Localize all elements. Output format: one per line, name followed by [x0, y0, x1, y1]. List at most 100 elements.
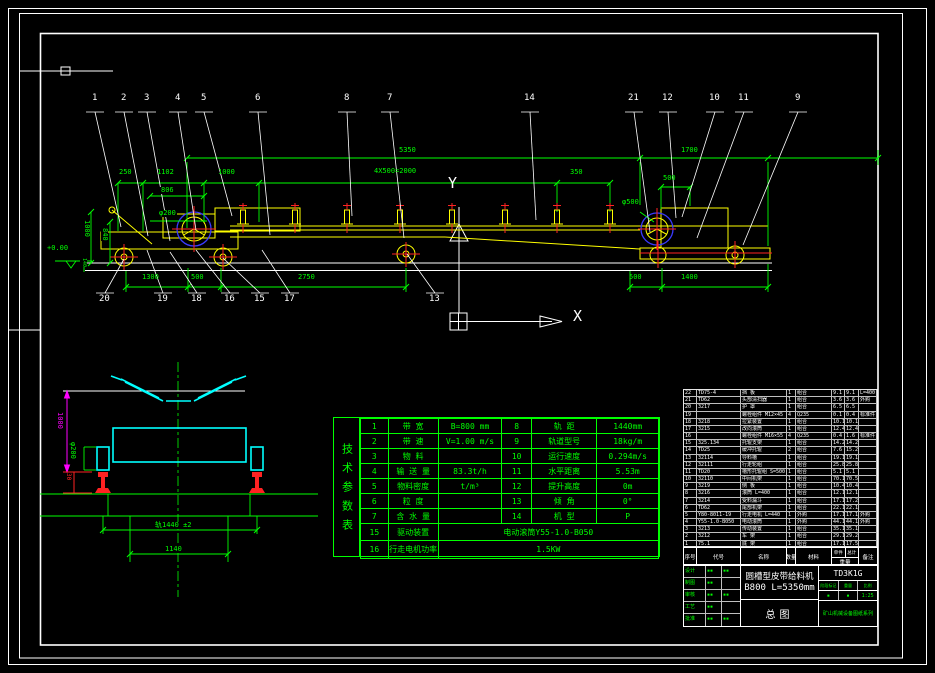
- parts-cell: [697, 433, 741, 440]
- section-dim-gauge-1440: 轨1440 ±2: [154, 522, 193, 529]
- parts-cell: 1: [787, 505, 796, 512]
- params-cell: 83.3t/h: [438, 464, 502, 479]
- dim-1400: 1400: [681, 274, 698, 281]
- stage-value: ▪: [819, 591, 839, 600]
- header-code: 代号: [697, 548, 741, 566]
- parts-cell: 改向滚筒: [741, 426, 787, 433]
- balloon-label: 6: [255, 94, 260, 103]
- parts-row: 1032110中间机架1组合70.170.5: [684, 476, 877, 483]
- parts-cell: 12.1: [832, 490, 845, 497]
- parts-cell: 3215: [697, 426, 741, 433]
- parts-cell: 槽形托辊组 S=500: [741, 469, 787, 476]
- scale-value: 1:25: [858, 591, 877, 600]
- params-cell: 5: [361, 479, 389, 494]
- parts-row: 11TD20槽形托辊组 S=5001组合5.15.1: [684, 469, 877, 476]
- params-cell: 1440mm: [597, 419, 659, 434]
- params-cell: 10: [502, 449, 532, 464]
- scale-label: 比例: [858, 581, 877, 590]
- parts-cell: 组合: [796, 462, 832, 469]
- parts-cell: 1: [787, 533, 796, 540]
- parts-cell: 10.1: [832, 419, 845, 426]
- parts-row: 1332114导料槽1组合19.119.1: [684, 455, 877, 462]
- line: [105, 259, 124, 293]
- parts-cell: 0.4: [832, 433, 845, 440]
- parts-cell: 2: [787, 447, 796, 454]
- line: [407, 254, 435, 293]
- header-name: 名称: [741, 548, 787, 566]
- parts-cell: 1: [787, 462, 796, 469]
- drawing-number-area: TD3K1G 阶段标记 重量 比例 ▪ ▪ 1:25 矿山机械设备图纸系列: [819, 566, 877, 626]
- signature-cell: ▪▪: [706, 602, 722, 613]
- sheet-name: 总图: [741, 600, 818, 626]
- dim-1700: 1700: [681, 147, 698, 154]
- params-cell: 9: [502, 434, 532, 449]
- params-cell: 16: [361, 541, 389, 559]
- params-cell: 15: [361, 524, 389, 541]
- params-row: 15驱动装置电动滚筒Y55-1.0-B050: [361, 524, 659, 541]
- parts-cell: 35.1: [832, 526, 845, 533]
- parts-cell: 1: [787, 498, 796, 505]
- parts-cell: 5.1: [845, 469, 859, 476]
- parts-cell: 7: [684, 498, 697, 505]
- parts-cell: 8: [684, 490, 697, 497]
- parts-cell: 1: [787, 526, 796, 533]
- balloon-label: 1: [92, 94, 97, 103]
- dim-806: 806: [160, 187, 175, 194]
- section-dim-30: 30: [65, 473, 72, 480]
- params-cell: B=800 mm: [438, 419, 502, 434]
- weight-value: ▪: [839, 591, 859, 600]
- parts-cell: 7.6: [832, 447, 845, 454]
- parts-cell: 3212: [697, 533, 741, 540]
- parts-cell: 组合: [796, 469, 832, 476]
- parts-cell: 13: [684, 455, 697, 462]
- parts-cell: 325.134: [697, 440, 741, 447]
- dim-phi500: φ500: [622, 199, 639, 206]
- line: [634, 112, 650, 232]
- parts-cell: 6: [684, 505, 697, 512]
- parts-cell: 10.4: [845, 483, 859, 490]
- parts-cell: 导料槽: [741, 455, 787, 462]
- parts-cell: 22.1: [845, 505, 859, 512]
- params-cell: 物料密度: [388, 479, 438, 494]
- parts-cell: 3214: [697, 498, 741, 505]
- parts-cell: 4: [787, 412, 796, 419]
- header-weight-group: 单件 总计 重量: [832, 548, 859, 566]
- parts-cell: 外购: [859, 519, 877, 526]
- parts-cell: 6.5: [832, 404, 845, 411]
- header-material: 材料: [796, 548, 832, 566]
- params-cell: 驱动装置: [388, 524, 438, 541]
- dim-500-right: 500: [663, 175, 676, 182]
- parts-row: 33213传动装置1组合35.135.1: [684, 526, 877, 533]
- params-cell: 1.5KW: [438, 541, 658, 559]
- parts-row: 4Y55-1.0-B050电动滚筒1外购44.144.1外购: [684, 519, 877, 526]
- parts-cell: 1: [787, 483, 796, 490]
- parts-row: 93219侧 板1组合10.410.4: [684, 483, 877, 490]
- parts-cell: 3216: [697, 490, 741, 497]
- balloon-label: 19: [157, 295, 168, 304]
- parts-cell: [859, 426, 877, 433]
- dim-2750: 2750: [298, 274, 315, 281]
- parts-cell: 3.6: [832, 397, 845, 404]
- line: [95, 112, 121, 227]
- parts-cell: 组合: [796, 419, 832, 426]
- parts-cell: 16: [684, 433, 697, 440]
- drawing-spec: B800 L=5350mm: [744, 583, 814, 594]
- parts-cell: 侧 板: [741, 483, 787, 490]
- parts-cell: [859, 533, 877, 540]
- params-cell: 提升高度: [532, 479, 597, 494]
- axis-x-label: X: [573, 309, 582, 324]
- params-cell: 带 速: [388, 434, 438, 449]
- parts-cell: 19.1: [845, 455, 859, 462]
- rect: [241, 210, 246, 224]
- parts-cell: 70.1: [832, 476, 845, 483]
- parts-cell: TD75-4: [697, 390, 741, 397]
- drawing-number: TD3K1G: [819, 566, 877, 581]
- dim-1000-v: 1000: [83, 220, 90, 237]
- parts-cell: 组合: [796, 404, 832, 411]
- params-cell: 含 水 量: [388, 509, 438, 524]
- parts-cell: 1: [787, 404, 796, 411]
- parts-row: 14TD25缓冲托辊2组合7.615.2: [684, 447, 877, 454]
- params-cell: 5.53m: [597, 464, 659, 479]
- parts-row: 183218拉紧装置1组合10.110.1: [684, 419, 877, 426]
- balloon-label: 15: [254, 295, 265, 304]
